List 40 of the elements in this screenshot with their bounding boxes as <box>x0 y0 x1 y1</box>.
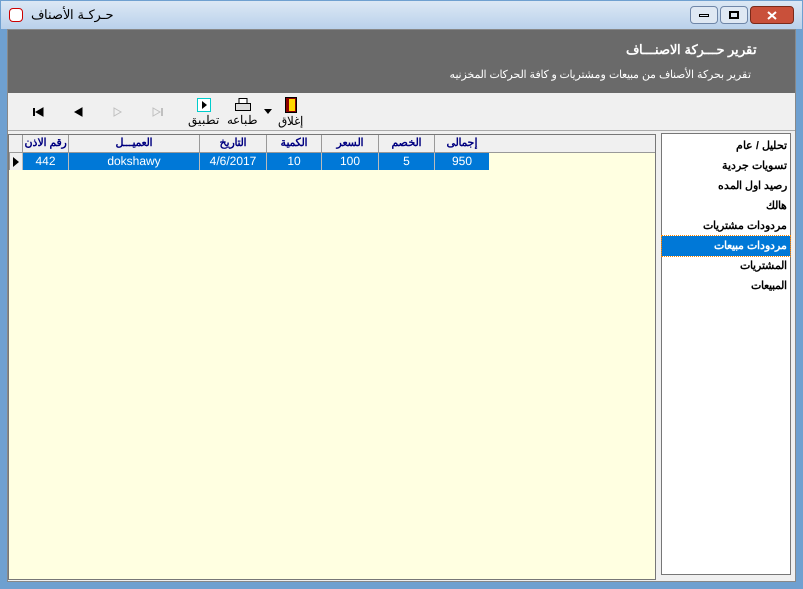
report-list-item[interactable]: مردودات مشتريات <box>662 216 790 236</box>
table-cell[interactable]: 950 <box>434 153 489 170</box>
column-header[interactable]: الخصم <box>378 135 434 152</box>
report-list-item[interactable]: هالك <box>662 196 790 216</box>
column-header[interactable]: التاريخ <box>199 135 266 152</box>
report-list-item[interactable]: رصيد اول المده <box>662 176 790 196</box>
table-cell[interactable]: 10 <box>266 153 321 170</box>
maximize-button[interactable] <box>720 6 748 24</box>
table-cell[interactable]: 4/6/2017 <box>199 153 266 170</box>
close-button[interactable] <box>750 6 794 24</box>
table-cell[interactable]: dokshawy <box>68 153 199 170</box>
column-header[interactable]: العميـــل <box>68 135 199 152</box>
previous-record-icon[interactable] <box>73 106 83 116</box>
column-header[interactable]: إجمالى <box>434 135 489 152</box>
table-cell[interactable]: 100 <box>321 153 378 170</box>
close-button[interactable]: إغلاق <box>276 96 305 126</box>
play-icon <box>196 98 210 112</box>
column-header[interactable]: الكمية <box>266 135 321 152</box>
column-header[interactable]: رقم الاذن <box>22 135 68 152</box>
column-header[interactable]: السعر <box>321 135 378 152</box>
caret-icon[interactable] <box>264 109 272 114</box>
report-list-item[interactable]: مردودات مبيعات <box>662 236 790 256</box>
apply-button[interactable]: تطبيق <box>186 98 221 126</box>
app-icon <box>9 8 23 22</box>
printer-icon <box>234 98 250 112</box>
window-title: حـركـة الأصناف <box>31 5 114 24</box>
row-pointer-icon <box>13 156 19 166</box>
report-list-item[interactable]: تسويات جردية <box>662 156 790 176</box>
minimize-button[interactable] <box>690 6 718 24</box>
report-title: تقرير حـــركة الاصنـــاف <box>626 40 757 59</box>
close-icon <box>767 10 777 20</box>
door-icon <box>284 96 296 112</box>
report-list-item[interactable]: تحليل / عام <box>662 136 790 156</box>
print-button[interactable]: طباعه <box>225 98 260 126</box>
first-record-icon[interactable] <box>32 106 44 116</box>
report-list-item[interactable]: المبيعات <box>662 276 790 296</box>
table-cell[interactable]: 5 <box>378 153 434 170</box>
report-subtitle: تقرير بحركة الأصناف من مبيعات ومشتريات و كافة الحركات المخزنيه <box>449 67 752 83</box>
report-list-item[interactable]: المشتريات <box>662 256 790 276</box>
table-cell[interactable]: 442 <box>22 153 68 170</box>
